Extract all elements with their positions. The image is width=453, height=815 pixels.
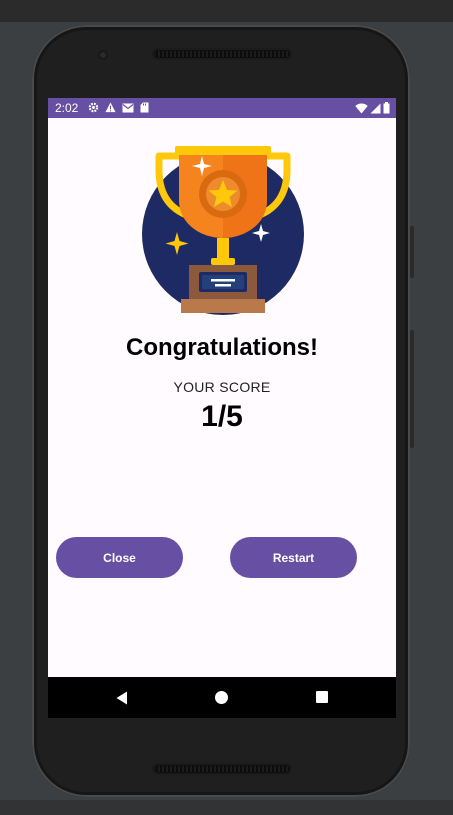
- status-time: 2:02: [55, 101, 79, 115]
- score-label: YOUR SCORE: [173, 379, 271, 395]
- sd-card-icon: [140, 102, 149, 113]
- back-icon[interactable]: [116, 691, 128, 705]
- warning-icon: [105, 102, 116, 113]
- top-speaker: [152, 48, 292, 60]
- trophy-illustration: [142, 146, 304, 315]
- wifi-icon: [355, 103, 368, 113]
- power-button[interactable]: [410, 226, 414, 278]
- settings-icon: [88, 102, 99, 113]
- ide-right-edge: [440, 22, 453, 800]
- home-icon[interactable]: [215, 691, 228, 704]
- status-bar: 2:02: [48, 98, 396, 118]
- recents-icon[interactable]: [316, 691, 328, 703]
- volume-button[interactable]: [410, 330, 414, 448]
- app-screen: 2:02 Congratulations! YOUR SCORE 1/5 Clo…: [48, 98, 396, 718]
- signal-icon: [370, 103, 381, 113]
- status-system-icons: [355, 102, 390, 114]
- mail-icon: [122, 103, 134, 112]
- navigation-bar: [48, 677, 396, 718]
- restart-button[interactable]: Restart: [230, 537, 357, 578]
- close-button[interactable]: Close: [56, 537, 183, 578]
- front-camera: [98, 50, 108, 60]
- status-notification-icons: [88, 102, 149, 113]
- congratulations-title: Congratulations!: [126, 334, 318, 361]
- score-value: 1/5: [201, 400, 243, 433]
- ide-top-bar: [0, 0, 453, 22]
- ide-bottom-bar: [0, 800, 453, 815]
- battery-icon: [383, 102, 390, 114]
- bottom-speaker: [152, 763, 292, 775]
